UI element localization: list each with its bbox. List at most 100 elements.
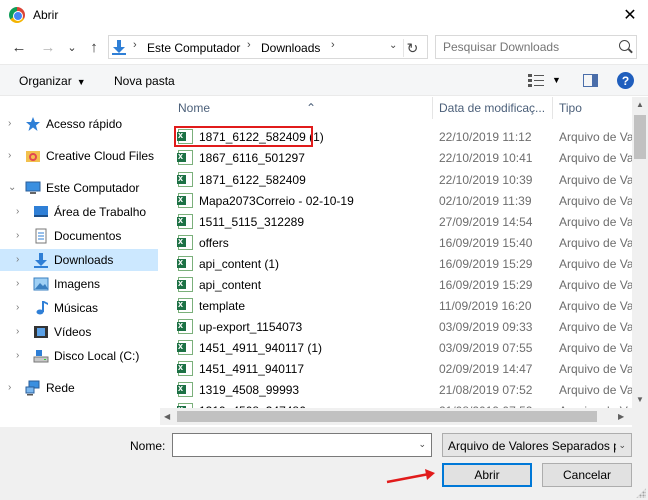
- chevron-down-icon[interactable]: ⌄: [8, 182, 16, 193]
- chevron-right-icon[interactable]: ›: [16, 326, 19, 337]
- file-date: 16/09/2019 15:29: [439, 278, 533, 292]
- videos-icon: [34, 326, 48, 338]
- file-row[interactable]: offers 16/09/2019 15:40 Arquivo de Va: [166, 232, 632, 253]
- scroll-right-icon[interactable]: ▶: [618, 412, 624, 421]
- file-type-select[interactable]: Arquivo de Valores Separados p ⌄: [442, 433, 632, 457]
- sidebar-item-este-computador[interactable]: ⌄ Este Computador: [0, 177, 158, 199]
- cancel-button[interactable]: Cancelar: [542, 463, 632, 487]
- file-list: Nome ⌃ Data de modificaç... Tipo 1871_61…: [166, 97, 632, 427]
- file-name-input[interactable]: [173, 434, 413, 456]
- sidebar-item-imagens[interactable]: › Imagens: [0, 273, 158, 295]
- csv-file-icon: [177, 277, 193, 292]
- horizontal-scroll-thumb[interactable]: [177, 411, 597, 422]
- organize-button[interactable]: Organizar ▼: [19, 74, 86, 88]
- search-input[interactable]: [436, 36, 611, 58]
- file-row[interactable]: template 11/09/2019 16:20 Arquivo de Va: [166, 295, 632, 316]
- file-row[interactable]: 1511_5115_312289 27/09/2019 14:54 Arquiv…: [166, 211, 632, 232]
- up-button[interactable]: ↑: [84, 37, 104, 57]
- recent-locations-button[interactable]: ⌄: [62, 37, 82, 57]
- csv-file-icon: [177, 172, 193, 187]
- csv-file-icon: [177, 214, 193, 229]
- horizontal-scrollbar[interactable]: ◀ ▶: [160, 408, 632, 425]
- organize-label: Organizar: [19, 74, 72, 88]
- file-row[interactable]: 1871_6122_582409 22/10/2019 10:39 Arquiv…: [166, 169, 632, 190]
- chevron-right-icon[interactable]: ›: [8, 150, 11, 161]
- column-header-type[interactable]: Tipo: [559, 101, 582, 115]
- column-divider[interactable]: [432, 97, 433, 119]
- file-date: 03/09/2019 07:55: [439, 341, 533, 355]
- chevron-down-icon[interactable]: ⌄: [418, 439, 426, 450]
- sidebar-item-area-de-trabalho[interactable]: › Área de Trabalho: [0, 201, 158, 223]
- file-date: 16/09/2019 15:40: [439, 236, 533, 250]
- chevron-right-icon[interactable]: ›: [8, 118, 11, 129]
- help-icon[interactable]: ?: [617, 72, 634, 89]
- file-name: up-export_1154073: [199, 320, 303, 334]
- breadcrumb-separator[interactable]: ›: [247, 39, 251, 51]
- chevron-right-icon[interactable]: ›: [8, 382, 11, 393]
- file-row[interactable]: 1871_6122_582409 (1) 22/10/2019 11:12 Ar…: [166, 126, 632, 147]
- file-name: 1451_4911_940117: [199, 362, 304, 376]
- file-row[interactable]: 1319_4508_99993 21/08/2019 07:52 Arquivo…: [166, 379, 632, 400]
- file-row[interactable]: up-export_1154073 03/09/2019 09:33 Arqui…: [166, 316, 632, 337]
- back-button[interactable]: ←: [9, 37, 29, 57]
- preview-pane-icon[interactable]: [583, 74, 598, 87]
- open-button[interactable]: Abrir: [442, 463, 532, 487]
- sidebar-item-downloads[interactable]: › Downloads: [0, 249, 158, 271]
- scroll-up-icon[interactable]: ▲: [636, 100, 644, 109]
- file-row[interactable]: Mapa2073Correio - 02-10-19 02/10/2019 11…: [166, 190, 632, 211]
- file-date: 02/09/2019 14:47: [439, 362, 533, 376]
- address-history-dropdown[interactable]: ⌄: [389, 40, 397, 51]
- chevron-right-icon[interactable]: ›: [16, 230, 19, 241]
- close-button[interactable]: ✕: [612, 0, 648, 30]
- address-bar[interactable]: › Este Computador › Downloads › ⌄ ↻: [108, 35, 428, 59]
- forward-button[interactable]: →: [38, 37, 58, 57]
- vertical-scroll-thumb[interactable]: [634, 115, 646, 159]
- chevron-right-icon[interactable]: ›: [16, 278, 19, 289]
- sort-ascending-icon: ⌃: [306, 101, 317, 115]
- file-row[interactable]: 1867_6116_501297 22/10/2019 10:41 Arquiv…: [166, 147, 632, 168]
- file-date: 16/09/2019 15:29: [439, 257, 533, 271]
- file-type: Arquivo de Va: [559, 299, 632, 313]
- view-dropdown-icon[interactable]: ▼: [552, 75, 561, 85]
- scroll-down-icon[interactable]: ▼: [636, 395, 644, 404]
- chevron-right-icon[interactable]: ›: [16, 254, 19, 265]
- file-date: 22/10/2019 10:41: [439, 151, 533, 165]
- csv-file-icon: [177, 382, 193, 397]
- resize-grip-icon[interactable]: [636, 488, 646, 498]
- file-row[interactable]: 1451_4911_940117 02/09/2019 14:47 Arquiv…: [166, 358, 632, 379]
- column-header-date[interactable]: Data de modificaç...: [439, 101, 545, 115]
- refresh-button[interactable]: ↻: [403, 39, 421, 57]
- breadcrumb-este-computador[interactable]: Este Computador: [147, 41, 240, 55]
- column-header-name[interactable]: Nome: [178, 101, 210, 115]
- search-icon[interactable]: [619, 40, 630, 51]
- file-row[interactable]: api_content 16/09/2019 15:29 Arquivo de …: [166, 274, 632, 295]
- file-type: Arquivo de Va: [559, 341, 632, 355]
- red-annotation-arrow: [386, 469, 435, 484]
- sidebar-item-rede[interactable]: › Rede: [0, 377, 158, 399]
- sidebar-item-disco-local[interactable]: › Disco Local (C:): [0, 345, 158, 367]
- breadcrumb-downloads[interactable]: Downloads: [261, 41, 320, 55]
- file-row[interactable]: 1451_4911_940117 (1) 03/09/2019 07:55 Ar…: [166, 337, 632, 358]
- search-box[interactable]: [435, 35, 637, 59]
- new-folder-button[interactable]: Nova pasta: [114, 74, 175, 88]
- view-options-icon[interactable]: [528, 74, 544, 87]
- sidebar-item-documentos[interactable]: › Documentos: [0, 225, 158, 247]
- column-divider[interactable]: [552, 97, 553, 119]
- vertical-scrollbar[interactable]: ▲ ▼: [632, 97, 648, 427]
- window-title: Abrir: [33, 8, 59, 22]
- chevron-down-icon[interactable]: ⌄: [618, 440, 626, 451]
- file-name: offers: [199, 236, 229, 250]
- sidebar-item-acesso-rapido[interactable]: › Acesso rápido: [0, 113, 158, 135]
- chevron-right-icon[interactable]: ›: [16, 302, 19, 313]
- creative-cloud-folder-icon: [26, 151, 40, 162]
- file-date: 03/09/2019 09:33: [439, 320, 533, 334]
- sidebar-item-videos[interactable]: › Vídeos: [0, 321, 158, 343]
- scroll-left-icon[interactable]: ◀: [164, 412, 170, 421]
- chevron-right-icon[interactable]: ›: [16, 350, 19, 361]
- sidebar-item-musicas[interactable]: › Músicas: [0, 297, 158, 319]
- sidebar-item-creative-cloud[interactable]: › Creative Cloud Files: [0, 145, 158, 167]
- breadcrumb-separator[interactable]: ›: [331, 39, 335, 51]
- file-type: Arquivo de Va: [559, 130, 632, 144]
- file-row[interactable]: api_content (1) 16/09/2019 15:29 Arquivo…: [166, 253, 632, 274]
- chevron-right-icon[interactable]: ›: [16, 206, 19, 217]
